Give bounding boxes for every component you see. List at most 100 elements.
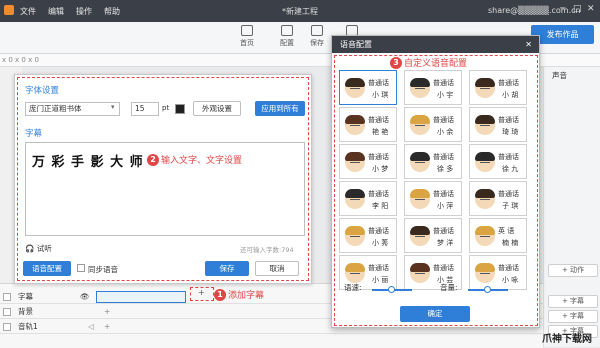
avatar-icon [345, 78, 365, 98]
font-size-input[interactable]: 15 [131, 102, 159, 116]
annotation-1: 1 添加字幕 [214, 288, 264, 301]
voice-card[interactable]: 普通话李 阳 [339, 181, 397, 216]
voice-name: 小 宇 [437, 91, 454, 99]
voice-language: 普通话 [498, 190, 519, 198]
volume-slider[interactable] [468, 286, 508, 294]
voice-language: 普通话 [368, 190, 389, 198]
voice-card[interactable]: 英 语楠 楠 [469, 218, 527, 253]
sound-tab[interactable]: 声音 [552, 70, 567, 81]
sync-voice-checkbox[interactable] [77, 264, 85, 272]
add-subtitle-plus-icon[interactable]: + [198, 288, 205, 297]
ruler-text: x 0 x 0 x 0 [2, 56, 39, 64]
voice-card[interactable]: 普通话小 莠 [339, 218, 397, 253]
avatar-icon [410, 152, 430, 172]
voice-dialog-title: 语音配置 [340, 40, 372, 49]
confirm-button[interactable]: 确定 [400, 306, 470, 322]
menu-help[interactable]: 帮助 [104, 6, 120, 17]
add-subtitle-button-2[interactable]: + 字幕 [548, 310, 598, 323]
voice-language: 普通话 [433, 153, 454, 161]
maximize-button[interactable]: □ [573, 4, 582, 14]
listen-label: 试听 [36, 244, 52, 253]
font-color-swatch[interactable] [175, 104, 185, 114]
close-window-button[interactable]: ✕ [587, 4, 595, 14]
voice-language: 普通话 [368, 227, 389, 235]
user-email[interactable]: share@▒▒▒▒▒.com.cn [488, 6, 581, 15]
font-settings-heading: 字体设置 [25, 86, 60, 96]
menu-edit[interactable]: 编辑 [48, 6, 64, 17]
save-icon [311, 25, 323, 36]
voice-config-button[interactable]: 语音配置 [23, 261, 71, 276]
voice-card[interactable]: 普通话小 琪 [339, 70, 397, 105]
voice-card[interactable]: 普通话小 余 [404, 107, 462, 142]
toolbar-home-button[interactable]: 首页 [230, 23, 264, 53]
toolbar-save-label: 保存 [310, 39, 324, 47]
voice-card[interactable]: 普通话小 咏 [469, 255, 527, 290]
voice-language: 普通话 [368, 79, 389, 87]
appearance-button[interactable]: 外观设置 [193, 101, 241, 116]
font-unit: pt [162, 104, 170, 112]
voice-card[interactable]: 普通话徐 多 [404, 144, 462, 179]
voice-language: 普通话 [368, 264, 389, 272]
voice-language: 普通话 [498, 116, 519, 124]
listen-button[interactable]: 🎧 试听 [25, 243, 52, 254]
volume-slider-knob[interactable] [484, 286, 491, 293]
add-subtitle-highlight: + [190, 287, 214, 301]
avatar-icon [410, 78, 430, 98]
toolbar-settings-button[interactable]: 配置 [270, 23, 304, 53]
font-family-select[interactable]: 庞门正道粗书体 [25, 102, 120, 116]
toolbar-save-button[interactable]: 保存 [300, 23, 334, 53]
window-title: *新建工程 [282, 7, 318, 16]
voice-card[interactable]: 普通话子 琪 [469, 181, 527, 216]
voice-name: 小 余 [437, 128, 454, 136]
voice-card[interactable]: 普通话琦 琦 [469, 107, 527, 142]
voice-language: 普通话 [498, 153, 519, 161]
settings-icon [281, 25, 293, 36]
subtitle-clip[interactable] [96, 291, 186, 303]
track-checkbox[interactable] [3, 293, 11, 301]
voice-card[interactable]: 普通话小 胡 [469, 70, 527, 105]
chevron-down-icon[interactable]: ▾ [111, 103, 115, 111]
minimize-button[interactable]: ─ [560, 4, 565, 14]
avatar-icon [410, 226, 430, 246]
cancel-button[interactable]: 取消 [255, 261, 299, 276]
speed-slider-knob[interactable] [388, 286, 395, 293]
add-subtitle-button-1[interactable]: + 字幕 [548, 295, 598, 308]
voice-card[interactable]: 普通话梦 洋 [404, 218, 462, 253]
track-checkbox[interactable] [3, 323, 11, 331]
voice-card[interactable]: 普通话小 梦 [339, 144, 397, 179]
save-button[interactable]: 保存 [205, 261, 249, 276]
track-label: 字幕 [18, 292, 33, 301]
eye-icon[interactable]: 👁 [80, 290, 90, 304]
add-clip-icon[interactable]: + [104, 305, 110, 319]
menu-action[interactable]: 操作 [76, 6, 92, 17]
title-bar: 文件 编辑 操作 帮助 *新建工程 share@▒▒▒▒▒.com.cn ─ □… [0, 0, 600, 22]
add-action-button[interactable]: + 动作 [548, 264, 598, 277]
annotation-text: 输入文字、文字设置 [161, 156, 243, 166]
voice-name: 徐 多 [437, 165, 454, 173]
speed-slider[interactable] [372, 286, 412, 294]
avatar-icon [345, 263, 365, 283]
publish-button[interactable]: 发布作品 [531, 25, 594, 44]
menu-file[interactable]: 文件 [20, 6, 36, 17]
voice-language: 普通话 [498, 79, 519, 87]
track-checkbox[interactable] [3, 308, 11, 316]
subtitle-dialog: 字体设置 庞门正道粗书体 ▾ 15 pt 外观设置 应用到所有 字幕 万 彩 手… [14, 74, 312, 284]
voice-card[interactable]: 普通话小 萍 [404, 181, 462, 216]
avatar-icon [475, 189, 495, 209]
voice-language: 普通话 [368, 116, 389, 124]
volume-label: 音量: [440, 283, 458, 292]
add-clip-icon[interactable]: + [104, 320, 110, 334]
avatar-icon [345, 152, 365, 172]
voice-card[interactable]: 普通话徐 九 [469, 144, 527, 179]
annotation-number: 1 [214, 288, 226, 301]
close-icon[interactable]: ✕ [525, 36, 532, 53]
speaker-icon[interactable]: ◁ [88, 320, 94, 334]
voice-card[interactable]: 普通话小 宇 [404, 70, 462, 105]
voice-language: 普通话 [498, 264, 519, 272]
apply-all-button[interactable]: 应用到所有 [255, 101, 305, 116]
voice-card[interactable]: 普通话艳 艳 [339, 107, 397, 142]
voice-name: 小 琪 [372, 91, 389, 99]
menu-bar: 文件 编辑 操作 帮助 [20, 6, 120, 17]
voice-language: 普通话 [433, 264, 454, 272]
annotation-3: 3 自定义语音配置 [390, 56, 468, 69]
